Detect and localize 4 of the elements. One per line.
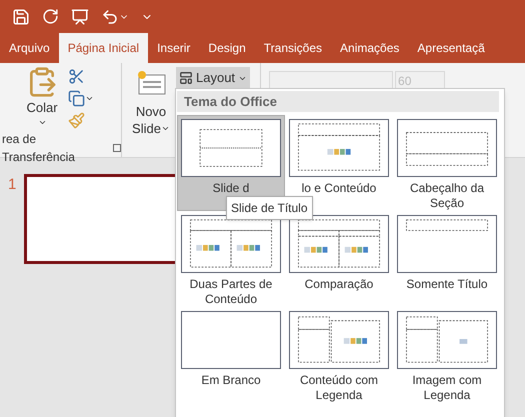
- group-label: rea de Transferência: [2, 131, 76, 166]
- slide-number: 1: [8, 175, 16, 195]
- tooltip: Slide de Título: [226, 196, 312, 220]
- menu-header: Tema do Office: [177, 91, 499, 112]
